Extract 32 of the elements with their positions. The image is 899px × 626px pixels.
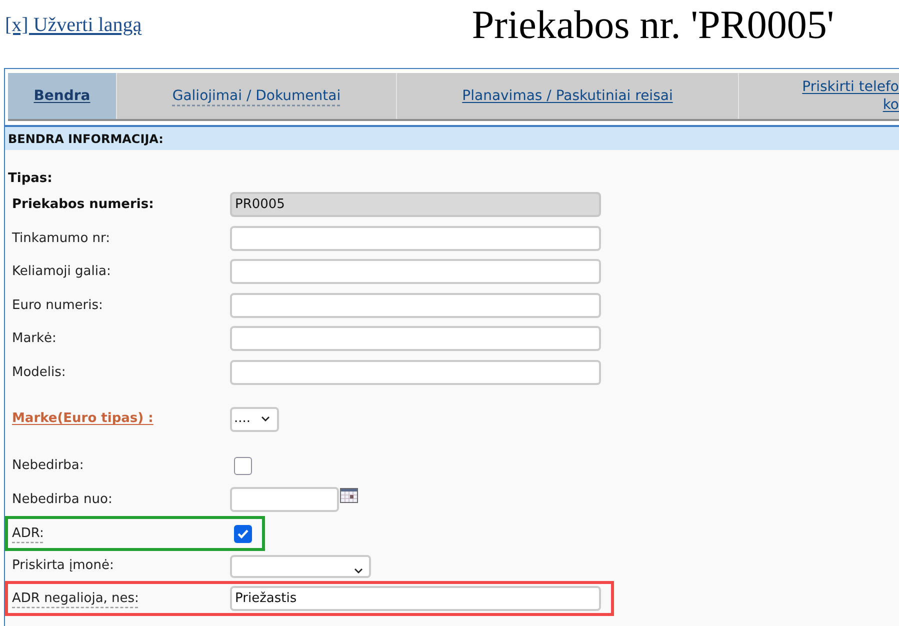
- text-input[interactable]: [230, 226, 601, 251]
- select-field[interactable]: ....: [230, 406, 279, 432]
- field-label: Markė:: [12, 330, 56, 348]
- field-label: Euro numeris:: [12, 296, 103, 314]
- field-label: Priekabos numeris:: [12, 196, 154, 214]
- section-header: BENDRA INFORMACIJA:: [5, 125, 899, 150]
- text-input[interactable]: [230, 259, 601, 284]
- text-input[interactable]: [230, 292, 601, 318]
- field-label: Nebedirba:: [12, 457, 84, 475]
- calendar-icon[interactable]: [340, 488, 358, 503]
- field-label: ADR:: [12, 524, 44, 543]
- text-input[interactable]: [230, 326, 601, 352]
- field-label: Modelis:: [12, 364, 66, 382]
- field-label: Keliamoji galia:: [12, 263, 111, 281]
- field-label: Tipas:: [8, 170, 52, 188]
- chevron-down-icon: [260, 416, 270, 422]
- select-field[interactable]: [230, 554, 371, 578]
- field-label: Nebedirba nuo:: [12, 490, 112, 508]
- checkbox[interactable]: [234, 524, 252, 542]
- field-label: ADR negalioja, nes:: [12, 590, 139, 608]
- date-input[interactable]: [230, 486, 339, 512]
- field-link[interactable]: Marke(Euro tipas) :: [12, 409, 154, 429]
- tab[interactable]: Bendra: [8, 73, 117, 119]
- field-label: Tinkamumo nr:: [12, 230, 110, 248]
- text-input[interactable]: [230, 360, 601, 385]
- text-input[interactable]: Priežastis: [230, 586, 601, 611]
- check-icon: [237, 528, 249, 538]
- checkbox[interactable]: [234, 456, 252, 475]
- page-title: Priekabos nr. 'PR0005': [472, 2, 834, 47]
- chevron-down-icon: [354, 568, 363, 574]
- field-label: Priskirta įmonė:: [12, 557, 114, 576]
- close-window-link[interactable]: [x] Užverti langą: [5, 14, 142, 36]
